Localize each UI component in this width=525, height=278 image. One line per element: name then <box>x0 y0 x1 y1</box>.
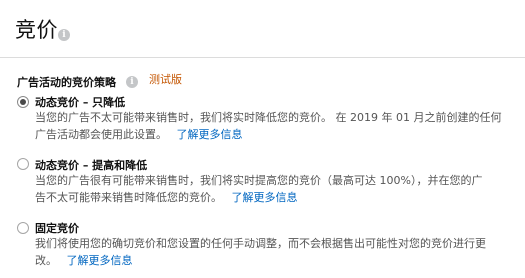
info-icon[interactable]: i <box>126 76 138 88</box>
radio-fixed-bids[interactable] <box>17 222 29 234</box>
learn-more-link[interactable]: 了解更多信息 <box>232 191 298 204</box>
option-desc-text: 我们将使用您的确切竞价和您设置的任何手动调整，而不会根据售出可能性对您的竞价进行… <box>35 237 486 250</box>
bidding-strategy-label: 广告活动的竞价策略 <box>17 76 116 89</box>
option-label-dynamic-up-down[interactable]: 动态竞价 – 提高和降低 <box>35 157 147 173</box>
page-header: 竞价 i <box>0 0 525 58</box>
option-desc-fixed-bids: 我们将使用您的确切竞价和您设置的任何手动调整，而不会根据售出可能性对您的竞价进行… <box>35 235 486 252</box>
header-divider <box>0 57 525 58</box>
radio-dynamic-down-only[interactable] <box>17 96 29 108</box>
option-desc-text: 广告活动都会使用此设置。 <box>35 128 167 141</box>
option-desc-text: 告不太可能带来销售时降低您的竞价。 <box>35 191 222 204</box>
option-label-dynamic-down-only[interactable]: 动态竞价 – 只降低 <box>35 94 125 110</box>
learn-more-link[interactable]: 了解更多信息 <box>177 128 243 141</box>
option-desc-dynamic-up-down-line2: 告不太可能带来销售时降低您的竞价。 了解更多信息 <box>35 189 298 206</box>
option-desc-dynamic-down-only-line2: 广告活动都会使用此设置。 了解更多信息 <box>35 126 243 143</box>
option-desc-dynamic-down-only: 当您的广告不太可能带来销售时，我们将实时降低您的竞价。 在 2019 年 01 … <box>35 109 501 126</box>
learn-more-link[interactable]: 了解更多信息 <box>67 254 133 267</box>
option-label-fixed-bids[interactable]: 固定竞价 <box>35 220 79 236</box>
option-desc-text: 当您的广告不太可能带来销售时，我们将实时降低您的竞价。 在 2019 年 01 … <box>35 111 502 124</box>
radio-dynamic-up-down[interactable] <box>17 158 29 170</box>
beta-badge: 测试版 <box>149 73 182 86</box>
option-desc-dynamic-up-down: 当您的广告很有可能带来销售时，我们将实时提高您的竞价（最高可达 100%），并在… <box>35 172 482 189</box>
info-icon[interactable]: i <box>58 29 70 41</box>
option-desc-text: 改。 <box>35 254 57 267</box>
option-desc-fixed-bids-line2: 改。 了解更多信息 <box>35 252 133 269</box>
option-desc-text: 当您的广告很有可能带来销售时，我们将实时提高您的竞价（最高可达 100%），并在… <box>35 174 483 187</box>
page-title: 竞价 <box>15 18 58 42</box>
